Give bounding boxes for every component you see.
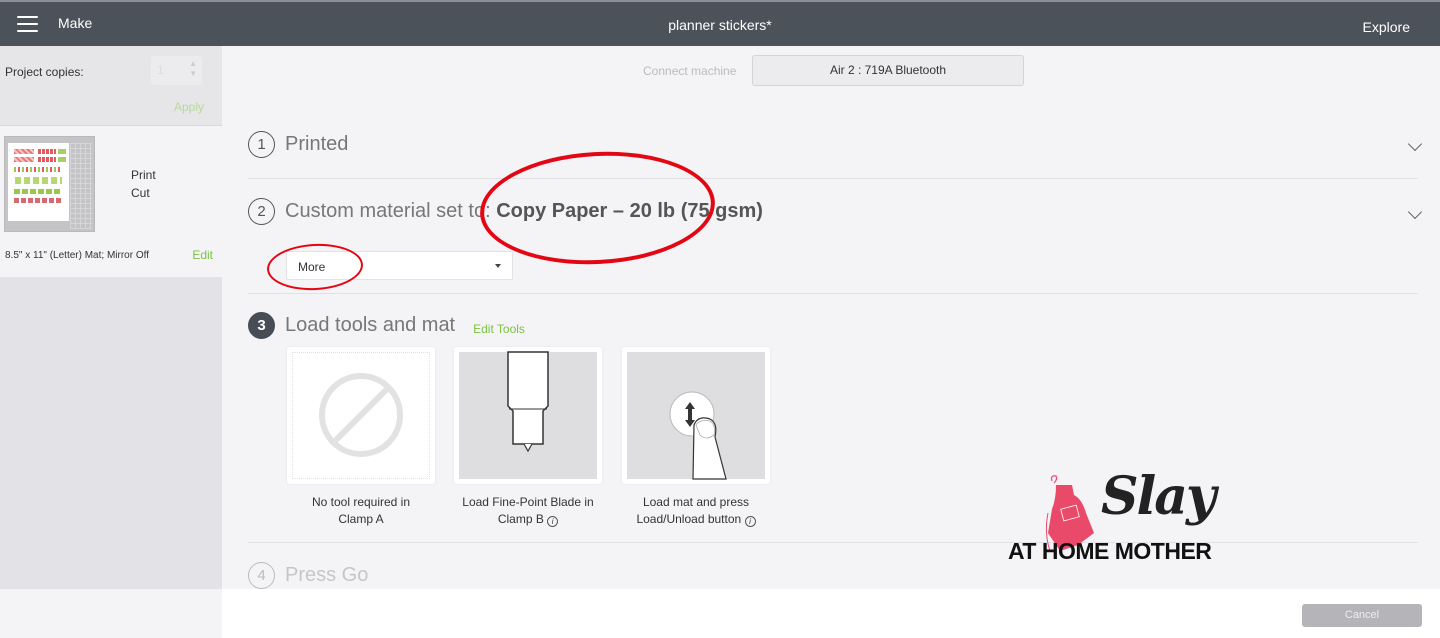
info-icon[interactable]: i: [547, 516, 559, 527]
sticker-row: [14, 157, 34, 162]
sidebar-footer: [0, 589, 222, 638]
info-icon[interactable]: i: [744, 516, 756, 527]
hamburger-icon[interactable]: [17, 16, 38, 32]
tool-caption-line: Load Fine-Point Blade in: [462, 495, 594, 509]
mat-thumbnail[interactable]: [4, 136, 95, 232]
tool-caption: No tool required in Clamp A: [276, 494, 446, 528]
explore-link[interactable]: Explore: [1363, 19, 1410, 35]
apply-button[interactable]: Apply: [174, 100, 204, 114]
sticker-row: [14, 198, 62, 203]
sticker-row: [58, 157, 66, 162]
sticker-row: [14, 167, 62, 172]
tool-card-clamp-a: [287, 347, 435, 484]
tool-caption-line: Load/Unload button i: [611, 511, 781, 528]
edit-tools-link[interactable]: Edit Tools: [473, 322, 525, 336]
step-number: 4: [248, 562, 275, 589]
top-bar: Make planner stickers* Explore: [0, 0, 1440, 46]
tool-caption-line: Clamp B i: [443, 511, 613, 528]
mat-operation-cut: Cut: [131, 186, 150, 200]
project-copies-label: Project copies:: [5, 65, 84, 79]
step-number: 1: [248, 131, 275, 158]
tool-caption-line: Clamp A: [338, 512, 384, 526]
load-unload-button-icon: [669, 391, 727, 480]
tool-card-load-mat: [622, 347, 770, 484]
tool-caption-line: Load mat and press: [642, 495, 750, 509]
step-press-go: 4 Press Go: [248, 562, 368, 589]
cancel-button[interactable]: Cancel: [1302, 604, 1422, 627]
section-title: Make: [58, 15, 93, 31]
sticker-row: [14, 177, 62, 184]
main-panel: Connect machine Air 2 : 719A Bluetooth 1…: [222, 46, 1440, 589]
step-printed[interactable]: 1 Printed: [248, 131, 348, 158]
stepper-arrows-icon[interactable]: ▲ ▼: [189, 59, 197, 79]
material-name: Copy Paper – 20 lb (75 gsm): [496, 200, 763, 222]
fine-point-blade-icon: [507, 351, 549, 453]
material-prefix: Custom material set to:: [285, 200, 497, 222]
sidebar-empty-area: [0, 277, 222, 589]
step-label: Printed: [285, 133, 349, 155]
mat-operation-print: Print: [131, 168, 156, 182]
step-label: Press Go: [285, 564, 369, 586]
step-label: Load tools and mat: [285, 314, 456, 336]
mat-grid: [70, 143, 92, 229]
divider: [248, 178, 1418, 179]
sticker-row: [38, 149, 56, 154]
mat-paper-preview: [8, 143, 69, 221]
sticker-row: [38, 157, 56, 162]
project-copies-value[interactable]: 1: [157, 63, 164, 77]
mat-operations: Print Cut: [131, 166, 156, 202]
chevron-down-icon[interactable]: [1407, 136, 1423, 152]
step-number: 3: [248, 312, 275, 339]
step-label: Custom material set to: Copy Paper – 20 …: [285, 200, 763, 223]
material-dropdown[interactable]: More: [286, 251, 513, 280]
mat-description: 8.5" x 11" (Letter) Mat; Mirror Off: [5, 250, 149, 261]
sticker-row: [14, 189, 62, 194]
project-copies-stepper[interactable]: 1 ▲ ▼: [151, 56, 202, 85]
tool-caption-line: No tool required in: [311, 495, 411, 509]
material-dropdown-value: More: [298, 260, 326, 274]
connect-machine-label: Connect machine: [643, 64, 737, 78]
sticker-row: [58, 149, 66, 154]
watermark-tagline: AT HOME MOTHER: [1008, 538, 1212, 564]
caret-down-icon: [495, 264, 501, 268]
watermark-slay: Slay: [1101, 466, 1216, 527]
divider: [248, 293, 1418, 294]
machine-select-button[interactable]: Air 2 : 719A Bluetooth: [752, 55, 1024, 86]
chevron-down-icon[interactable]: [1407, 204, 1423, 220]
mat-card[interactable]: Print Cut 8.5" x 11" (Letter) Mat; Mirro…: [0, 126, 222, 276]
tool-caption: Load Fine-Point Blade in Clamp B i: [443, 494, 613, 528]
watermark-logo: Slay AT HOME MOTHER: [1006, 466, 1246, 570]
tool-caption: Load mat and press Load/Unload button i: [611, 494, 781, 528]
project-title: planner stickers*: [668, 17, 772, 33]
footer-bar: Cancel: [222, 589, 1440, 638]
tool-caption-text: Clamp B: [497, 512, 544, 526]
no-tool-icon: [319, 373, 403, 457]
mat-edit-button[interactable]: Edit: [192, 248, 213, 262]
sticker-row: [14, 149, 34, 154]
tool-caption-text: Load/Unload button: [636, 512, 742, 526]
step-load-tools: 3 Load tools and mat Edit Tools: [248, 312, 525, 339]
sidebar: Project copies: 1 ▲ ▼ Apply Print Cut 8.…: [0, 46, 222, 638]
tool-card-clamp-b: [454, 347, 602, 484]
step-number: 2: [248, 198, 275, 225]
step-material[interactable]: 2 Custom material set to: Copy Paper – 2…: [248, 198, 763, 225]
project-copies-panel: Project copies: 1 ▲ ▼ Apply: [0, 46, 222, 126]
